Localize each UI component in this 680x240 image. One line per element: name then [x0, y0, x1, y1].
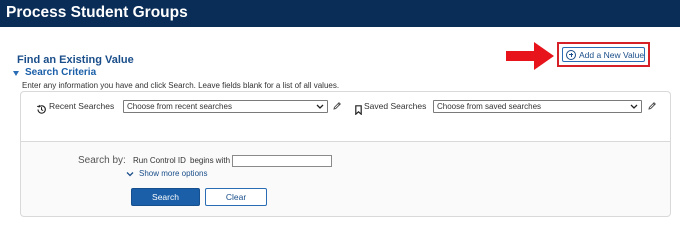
add-new-value-label: Add a New Value: [579, 49, 645, 60]
saved-searches-label: Saved Searches: [364, 101, 427, 111]
pencil-icon[interactable]: [647, 101, 657, 111]
add-new-value-button[interactable]: Add a New Value: [562, 47, 645, 62]
recent-searches-value: Choose from recent searches: [127, 102, 232, 111]
run-control-id-label: Run Control ID: [133, 156, 186, 165]
page-title: Process Student Groups: [6, 4, 188, 21]
add-new-highlight: Add a New Value: [557, 42, 650, 67]
chevron-down-icon: [630, 104, 638, 109]
page-header: Process Student Groups: [0, 0, 680, 27]
operator-label: begins with: [190, 156, 231, 165]
pencil-icon[interactable]: [332, 101, 342, 111]
search-button[interactable]: Search: [131, 188, 200, 206]
chevron-down-icon: [126, 171, 134, 176]
search-criteria-label: Search Criteria: [25, 67, 97, 78]
show-more-options-link[interactable]: Show more options: [126, 169, 207, 178]
recent-searches-select[interactable]: Choose from recent searches: [123, 100, 328, 113]
bookmark-icon: [355, 105, 362, 115]
arrow-right-icon: [506, 42, 554, 70]
show-more-options-label: Show more options: [139, 169, 208, 178]
search-by-label: Search by:: [78, 155, 126, 166]
history-icon: [36, 104, 46, 114]
search-criteria-toggle[interactable]: Search Criteria: [13, 67, 96, 78]
saved-searches-panel: [20, 91, 671, 141]
clear-button[interactable]: Clear: [205, 188, 267, 206]
instructions-text: Enter any information you have and click…: [22, 81, 340, 90]
caret-down-icon: [13, 70, 19, 76]
search-by-panel: [20, 141, 671, 217]
chevron-down-icon: [316, 104, 324, 109]
find-existing-title: Find an Existing Value: [17, 54, 134, 66]
recent-searches-label: Recent Searches: [49, 101, 115, 111]
saved-searches-value: Choose from saved searches: [437, 102, 542, 111]
run-control-id-input[interactable]: [232, 155, 332, 167]
add-circle-icon: [566, 49, 576, 60]
saved-searches-select[interactable]: Choose from saved searches: [433, 100, 642, 113]
